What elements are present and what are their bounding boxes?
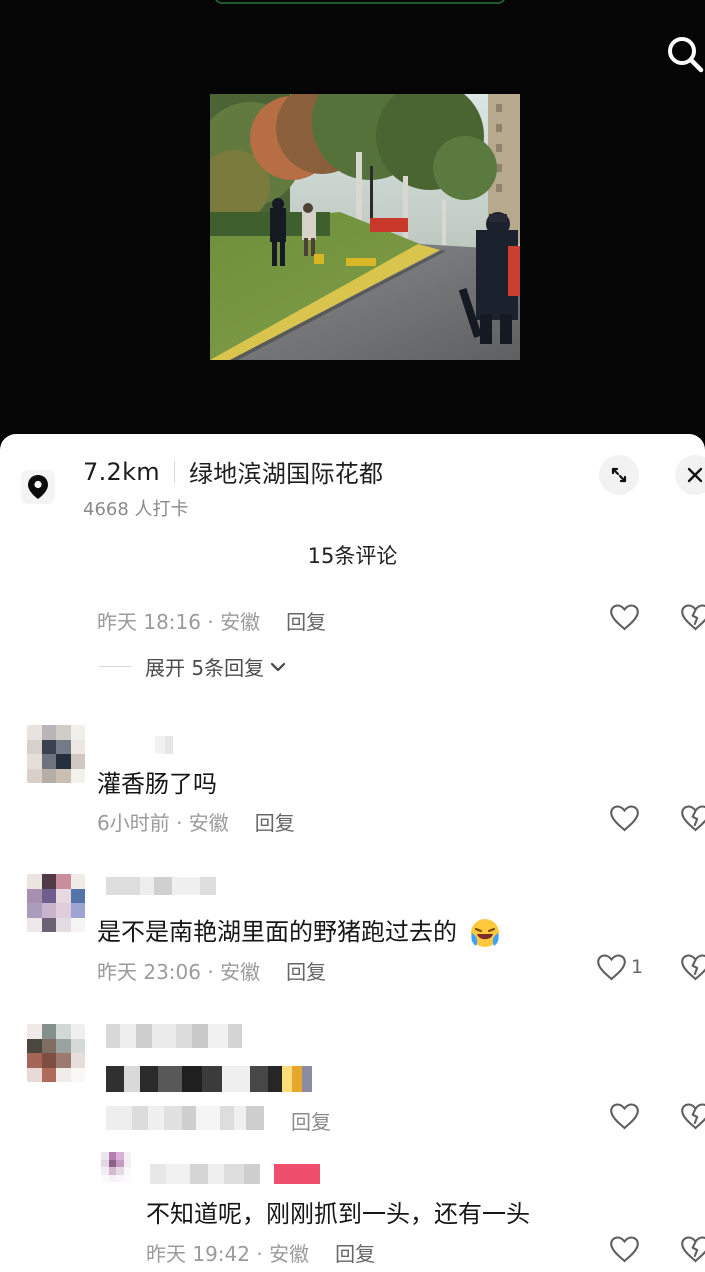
comment-text: 是不是南艳湖里面的野猪跑过去的 <box>97 912 502 950</box>
avatar-image <box>27 874 85 932</box>
location-row[interactable]: 7.2km 绿地滨湖国际花都 4668 人打卡 <box>0 434 705 530</box>
broken-heart-icon <box>681 954 705 981</box>
expand-button[interactable] <box>599 455 639 495</box>
heart-icon <box>610 805 639 832</box>
location-name: 绿地滨湖国际花都 <box>188 460 384 488</box>
comment-sheet: 7.2km 绿地滨湖国际花都 4668 人打卡 15条评论 昨天 18:16 ·… <box>0 434 705 1272</box>
blurred-username <box>106 877 216 895</box>
close-button[interactable] <box>675 455 705 495</box>
like-button[interactable] <box>609 1102 640 1130</box>
reply-button[interactable]: 回复 <box>291 1106 331 1135</box>
comment-meta: 昨天 23:06 · 安徽 回复 <box>97 956 326 985</box>
like-count: 1 <box>631 956 644 978</box>
broken-heart-icon <box>681 805 705 832</box>
blurred-username <box>155 736 173 754</box>
like-button[interactable]: 1 <box>596 953 643 981</box>
expand-replies-label-wrap: 展开 5条回复 <box>145 652 286 681</box>
dislike-button[interactable] <box>680 1235 705 1267</box>
broken-heart-icon <box>681 604 705 631</box>
location-divider <box>173 460 175 483</box>
search-icon <box>668 37 704 73</box>
reply-button[interactable]: 回复 <box>255 807 295 836</box>
broken-heart-icon <box>681 1103 705 1130</box>
heart-icon <box>610 1236 639 1263</box>
screen: 7.2km 绿地滨湖国际花都 4668 人打卡 15条评论 昨天 18:16 ·… <box>0 0 705 1272</box>
heart-icon <box>610 604 639 631</box>
reply-button[interactable]: 回复 <box>286 956 326 985</box>
video-scene-image <box>210 94 520 360</box>
dislike-button[interactable] <box>680 804 705 836</box>
comment-meta: 回复 <box>291 1106 331 1135</box>
comment-meta: 6小时前 · 安徽 回复 <box>97 807 295 836</box>
comment-text: 灌香肠了吗 <box>97 770 217 798</box>
blurred-comment-meta <box>106 1106 284 1130</box>
blurred-username <box>150 1164 320 1184</box>
dislike-button[interactable] <box>680 1102 705 1134</box>
chevron-down-icon <box>270 662 286 671</box>
search-button[interactable] <box>665 34 705 76</box>
comment-time-region: 昨天 23:06 · 安徽 <box>97 960 261 984</box>
video-area[interactable] <box>0 0 705 436</box>
like-button[interactable] <box>609 804 640 832</box>
comment-text: 不知道呢，刚刚抓到一头，还有一头 <box>146 1200 530 1228</box>
comment-count: 15条评论 <box>307 544 398 568</box>
blurred-username <box>106 1024 242 1048</box>
expand-replies-label: 展开 5条回复 <box>145 656 265 680</box>
expand-replies-line <box>99 666 131 667</box>
blurred-comment-text <box>106 1066 312 1092</box>
reply-button[interactable]: 回复 <box>335 1238 375 1267</box>
location-title[interactable]: 7.2km 绿地滨湖国际花都 <box>83 454 383 489</box>
avatar[interactable] <box>27 874 85 932</box>
dislike-button[interactable] <box>680 953 705 985</box>
laughing-crying-emoji-icon <box>470 919 499 947</box>
broken-heart-icon <box>681 1236 705 1263</box>
location-pin-icon <box>28 475 48 499</box>
comment-meta: 昨天 18:16 · 安徽 回复 <box>97 606 326 635</box>
heart-icon <box>597 954 626 981</box>
comment-text-content: 是不是南艳湖里面的野猪跑过去的 <box>97 918 457 946</box>
heart-icon <box>610 1103 639 1130</box>
location-pin-container <box>21 470 55 504</box>
location-checkins: 4668 人打卡 <box>83 499 189 520</box>
avatar[interactable] <box>27 1024 85 1082</box>
like-button[interactable] <box>609 1235 640 1263</box>
top-pill <box>214 0 506 4</box>
comment-time-region: 昨天 19:42 · 安徽 <box>146 1242 310 1266</box>
avatar[interactable] <box>27 725 85 783</box>
comment-meta: 昨天 19:42 · 安徽 回复 <box>146 1238 375 1267</box>
avatar-image <box>101 1152 131 1182</box>
comment-time-region: 6小时前 · 安徽 <box>97 811 229 835</box>
avatar-image <box>27 1024 85 1082</box>
avatar[interactable] <box>101 1152 131 1182</box>
close-icon <box>687 467 703 483</box>
reply-button[interactable]: 回复 <box>286 606 326 635</box>
avatar-image <box>27 725 85 783</box>
video-thumbnail[interactable] <box>210 94 520 360</box>
comment-time-region: 昨天 18:16 · 安徽 <box>97 610 261 634</box>
expand-replies-button[interactable]: 展开 5条回复 <box>99 652 286 681</box>
location-distance: 7.2km <box>83 457 160 486</box>
like-button[interactable] <box>609 603 640 631</box>
dislike-button[interactable] <box>680 603 705 635</box>
expand-icon <box>611 467 627 483</box>
